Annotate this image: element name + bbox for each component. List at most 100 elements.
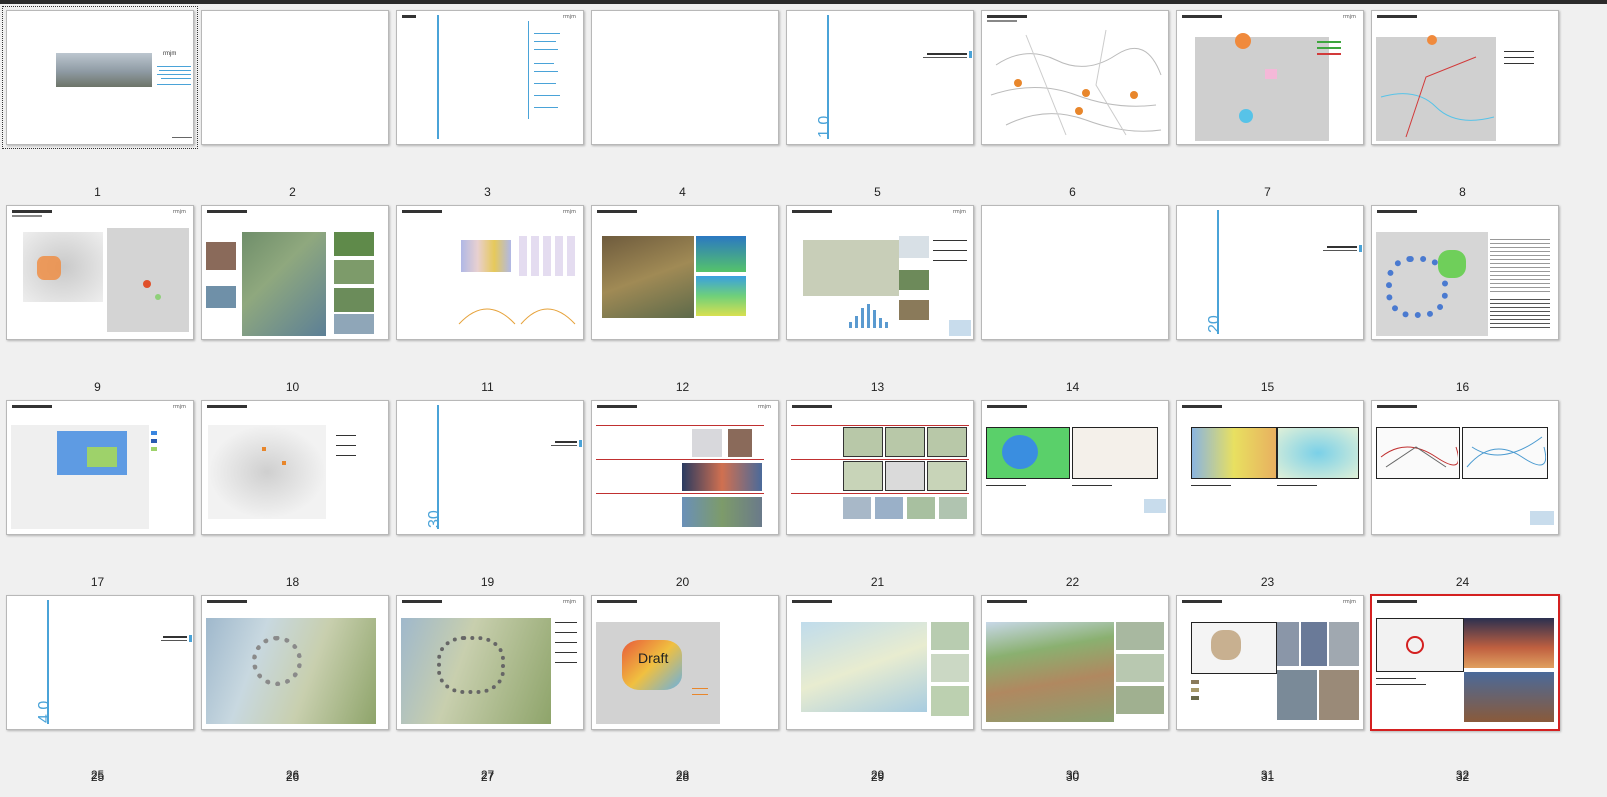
header-bar	[792, 405, 832, 408]
slide-thumbnail[interactable]: 30	[975, 589, 1170, 784]
slide-thumbnail[interactable]: 20 15	[1170, 199, 1365, 394]
slide-thumbnail[interactable]: 21	[780, 394, 975, 589]
legend-line	[1317, 41, 1341, 43]
slide-thumbnail[interactable]: 16	[1365, 199, 1560, 394]
text-line	[534, 33, 560, 34]
slide-thumbnail[interactable]: rmjm 27	[390, 589, 585, 784]
section-number: 20	[1206, 315, 1223, 333]
logo: rmjm	[172, 404, 186, 410]
legend-line	[1317, 53, 1341, 55]
logo: rmjm	[562, 209, 576, 215]
route-lines	[1380, 56, 1495, 138]
slide-thumbnail[interactable]: rmjm 1	[0, 4, 198, 199]
slide-preview: rmjm	[1176, 595, 1364, 730]
slide-thumbnail[interactable]: rmjm 31	[1170, 589, 1365, 784]
header-bar	[987, 15, 1027, 18]
slide-thumbnail[interactable]: rmjm 20	[585, 394, 780, 589]
map-marker	[1265, 69, 1277, 79]
slide-thumbnail[interactable]: 32	[1365, 589, 1560, 784]
photo	[1319, 670, 1359, 720]
map-thumb	[843, 461, 883, 491]
text-line	[1376, 684, 1426, 685]
legend-swatch	[151, 439, 157, 443]
text-line	[534, 41, 556, 42]
map-marker	[1239, 109, 1253, 123]
logo: rmjm	[952, 209, 966, 215]
satellite-map	[242, 232, 326, 336]
header-bar	[402, 600, 442, 603]
slide-thumbnail[interactable]: 1.0 5	[780, 4, 975, 199]
slide-thumbnail[interactable]: rmjm 3	[390, 4, 585, 199]
slide-thumbnail[interactable]: 18	[195, 394, 390, 589]
subheader-bar	[987, 20, 1017, 22]
slide-number: 9	[94, 380, 101, 394]
slide-thumbnail[interactable]: 23	[1170, 394, 1365, 589]
slide-thumbnail[interactable]: rmjm 11	[390, 199, 585, 394]
map-thumb	[907, 497, 935, 519]
slide-thumbnail[interactable]: 26	[195, 589, 390, 784]
watercolor-map	[1277, 427, 1359, 479]
header-bar	[1377, 405, 1417, 408]
render	[1116, 686, 1164, 714]
text-line	[157, 74, 191, 75]
legend-line	[692, 694, 708, 695]
slide-number: 18	[285, 575, 300, 589]
slide-preview: 20	[1176, 205, 1364, 340]
slide-thumbnail[interactable]: 22	[975, 394, 1170, 589]
slide-thumbnail[interactable]: rmjm 7	[1170, 4, 1365, 199]
text-line	[157, 66, 191, 67]
header-bar	[597, 405, 637, 408]
map-thumb	[927, 461, 967, 491]
slide-thumbnail[interactable]: 8	[1365, 4, 1560, 199]
divider	[791, 493, 969, 494]
slide-preview	[201, 595, 389, 730]
slide-preview: rmjm	[396, 10, 584, 145]
slide-thumbnail[interactable]: 2	[195, 4, 390, 199]
slide-preview	[981, 595, 1169, 730]
diagram-shape	[1002, 435, 1038, 469]
slide-thumbnail[interactable]: Draft 28	[585, 589, 780, 784]
slide-number: 19	[480, 575, 495, 589]
slide-thumbnail[interactable]: 6	[975, 4, 1170, 199]
legend-line	[692, 688, 708, 689]
map-marker	[155, 294, 161, 300]
divider	[596, 493, 764, 494]
render	[931, 686, 969, 716]
map-thumb	[843, 497, 871, 519]
slide-number: 5	[874, 185, 881, 199]
map-marker	[1235, 33, 1251, 49]
sketch-lines	[1466, 436, 1546, 468]
photo	[1301, 622, 1327, 666]
slide-thumbnail[interactable]: 24	[1365, 394, 1560, 589]
slide-number: 21	[870, 575, 885, 589]
slide-preview: rmjm	[1176, 10, 1364, 145]
slide-preview	[201, 10, 389, 145]
terrain-model	[696, 236, 746, 272]
map-thumb	[875, 497, 903, 519]
slide-thumbnail[interactable]: rmjm 17	[0, 394, 195, 589]
slide-thumbnail[interactable]: 12	[585, 199, 780, 394]
slide-thumbnail[interactable]: 10	[195, 199, 390, 394]
slide-thumbnail[interactable]: 29	[780, 589, 975, 784]
section-number: 1.0	[816, 115, 833, 138]
slide-thumbnail[interactable]: 4	[585, 4, 780, 199]
aerial-render	[801, 622, 927, 712]
slide-thumbnail[interactable]: rmjm 13	[780, 199, 975, 394]
header-bar	[792, 600, 832, 603]
legend-line	[555, 632, 577, 633]
photo	[1464, 672, 1554, 722]
logo: rmjm	[172, 209, 186, 215]
slide-thumbnail[interactable]: rmjm 9	[0, 199, 195, 394]
photo	[1464, 618, 1554, 668]
slide-number: 29	[870, 768, 885, 782]
logo: rmjm	[757, 404, 771, 410]
text-line	[1191, 485, 1231, 486]
slide-preview: rmjm	[6, 400, 194, 535]
slide-preview	[1370, 594, 1560, 731]
slide-thumbnail[interactable]: 14	[975, 199, 1170, 394]
slide-thumbnail[interactable]: 4.0 25	[0, 589, 195, 784]
section-number: 4.0	[36, 700, 53, 723]
slide-number: 15	[1260, 380, 1275, 394]
slide-thumbnail[interactable]: 30 19	[390, 394, 585, 589]
slide-preview	[591, 10, 779, 145]
